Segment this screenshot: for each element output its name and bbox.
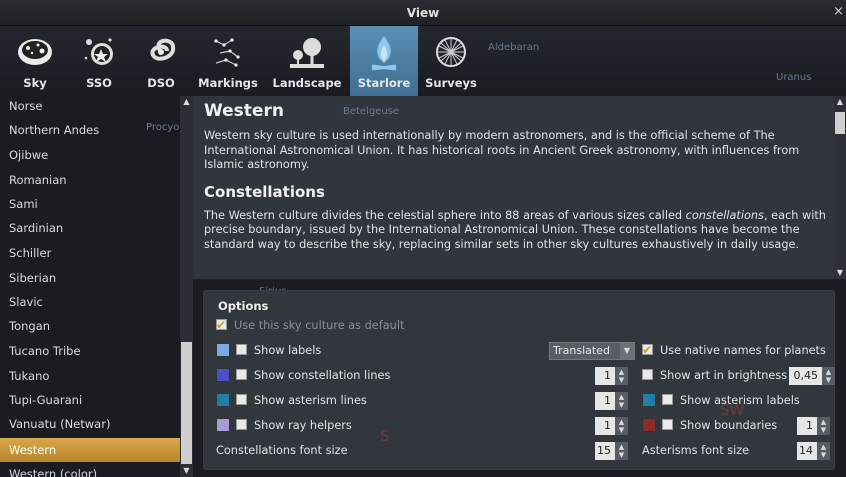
tab-landscape-label: Landscape (272, 76, 342, 90)
sidebar-scroll-thumb[interactable] (181, 342, 192, 464)
tab-surveys[interactable]: Surveys (424, 26, 478, 96)
list-item[interactable]: Tukano (0, 364, 180, 388)
sky-label-uranus: Uranus (776, 72, 812, 83)
sidebar-scrollbar[interactable]: ▲ ▼ (180, 96, 193, 477)
chevron-down-icon: ▼ (620, 343, 634, 359)
constellations-heading: Constellations (204, 182, 325, 201)
toolbar: Sky SSO DSO Markings Landscape Starlore (0, 26, 846, 96)
asterism-lines-row[interactable]: Show asterism lines (216, 392, 367, 410)
list-item[interactable]: Tucano Tribe (0, 339, 180, 363)
sky-label-betelgeuse: Betelgeuse (343, 106, 400, 117)
list-item[interactable]: Slavic (0, 290, 180, 314)
sso-icon (79, 32, 119, 72)
scroll-up-icon[interactable]: ▲ (180, 96, 193, 108)
asterism-lines-color-swatch[interactable] (216, 393, 230, 407)
checkbox-icon[interactable] (662, 394, 673, 405)
labels-style-dropdown[interactable]: Translated ▼ (549, 342, 635, 360)
close-icon[interactable]: × (833, 4, 844, 19)
ray-helpers-color-swatch[interactable] (216, 418, 230, 432)
tab-sso[interactable]: SSO (72, 26, 126, 96)
constellations-text: The Western culture divides the celestia… (204, 208, 826, 251)
scroll-up-icon[interactable]: ▲ (834, 96, 846, 108)
starlore-icon (364, 32, 404, 72)
sky-culture-list[interactable]: Norse Northern Andes Ojibwe Romanian Sam… (0, 96, 193, 477)
options-group: Options Use this sky culture as default … (203, 290, 835, 470)
checkbox-icon[interactable] (236, 419, 247, 430)
checkbox-icon[interactable] (662, 419, 673, 430)
show-labels-row[interactable]: Show labels (216, 342, 321, 360)
checkbox-icon[interactable] (642, 369, 653, 380)
tab-sso-label: SSO (86, 76, 112, 90)
list-item[interactable]: Siberian (0, 266, 180, 290)
tab-starlore[interactable]: Starlore (350, 26, 418, 96)
list-item[interactable]: Schiller (0, 241, 180, 265)
native-names-checkbox[interactable]: Use native names for planets (642, 341, 826, 360)
list-item[interactable]: Ojibwe (0, 143, 180, 167)
constellations-font-size-spinbox[interactable]: 15 ▲ ▼ (595, 442, 628, 460)
constellation-lines-row[interactable]: Show constellation lines (216, 367, 390, 385)
window-title: View (406, 5, 440, 20)
list-item[interactable]: Romanian (0, 168, 180, 192)
tab-sky-label: Sky (23, 76, 47, 90)
scroll-down-icon[interactable]: ▼ (834, 267, 846, 279)
boundaries-color-swatch[interactable] (642, 418, 656, 432)
asterism-labels-color-swatch[interactable] (642, 393, 656, 407)
options-title: Options (218, 299, 269, 313)
list-item[interactable]: Tupi-Guarani (0, 388, 180, 412)
art-brightness-spinbox[interactable]: 0,45 ▲ ▼ (789, 367, 835, 385)
culture-intro: Western sky culture is used internationa… (204, 129, 800, 171)
checkbox-icon[interactable] (236, 369, 247, 380)
tab-markings-label: Markings (198, 76, 258, 90)
constellation-lines-thickness-spinbox[interactable]: 1 ▲ ▼ (595, 367, 628, 385)
tab-starlore-label: Starlore (357, 76, 411, 90)
list-item[interactable]: Sami (0, 192, 180, 216)
options-area: Sirius Options Use this sky culture as d… (193, 279, 846, 477)
art-brightness-row[interactable]: Show art in brightness (642, 367, 787, 385)
tab-surveys-label: Surveys (425, 76, 477, 90)
tab-markings[interactable]: Markings (196, 26, 260, 96)
checkbox-icon[interactable] (236, 344, 247, 355)
culture-heading: Western (204, 101, 284, 121)
checkbox-icon (216, 316, 227, 334)
surveys-icon (431, 32, 471, 72)
tab-dso[interactable]: DSO (134, 26, 188, 96)
list-item[interactable]: Norse (0, 96, 180, 118)
list-item[interactable]: Western (color) (0, 462, 180, 477)
constellations-font-size-label: Constellations font size (216, 444, 348, 457)
sky-icon (15, 32, 55, 72)
list-item[interactable]: Sardinian (0, 216, 180, 240)
checkbox-icon[interactable] (236, 394, 247, 405)
use-default-checkbox[interactable]: Use this sky culture as default (216, 316, 404, 335)
description-scrollbar[interactable]: ▲ ▼ (834, 96, 846, 279)
tab-landscape[interactable]: Landscape (272, 26, 342, 96)
dso-icon (141, 32, 181, 72)
checkbox-icon (642, 341, 653, 359)
title-bar: View × (0, 0, 846, 26)
scroll-down-icon[interactable]: ▼ (180, 465, 193, 477)
list-item[interactable]: Tongan (0, 314, 180, 338)
sky-label-south: S (380, 427, 390, 445)
description-scroll-thumb[interactable] (835, 112, 845, 134)
landscape-icon (287, 32, 327, 72)
sky-label-sw: SW (720, 401, 745, 419)
constellation-lines-color-swatch[interactable] (216, 368, 230, 382)
tab-sky[interactable]: Sky (8, 26, 62, 96)
asterisms-font-size-spinbox[interactable]: 14 ▲ ▼ (797, 442, 830, 460)
labels-color-swatch[interactable] (216, 343, 230, 357)
sky-label-aldebaran: Aldebaran (488, 42, 540, 53)
asterisms-font-size-label: Asterisms font size (642, 444, 750, 457)
boundaries-thickness-spinbox[interactable]: 1 ▲ ▼ (797, 417, 830, 435)
markings-icon (208, 32, 248, 72)
ray-helpers-row[interactable]: Show ray helpers (216, 417, 352, 435)
asterism-lines-thickness-spinbox[interactable]: 1 ▲ ▼ (595, 392, 628, 410)
list-item-selected[interactable]: Western (0, 438, 180, 462)
ray-helpers-thickness-spinbox[interactable]: 1 ▲ ▼ (595, 417, 628, 435)
list-item[interactable]: Vanuatu (Netwar) (0, 412, 180, 436)
sky-culture-description: Western Western sky culture is used inte… (193, 96, 834, 279)
tab-dso-label: DSO (147, 76, 175, 90)
boundaries-row[interactable]: Show boundaries (642, 417, 777, 435)
